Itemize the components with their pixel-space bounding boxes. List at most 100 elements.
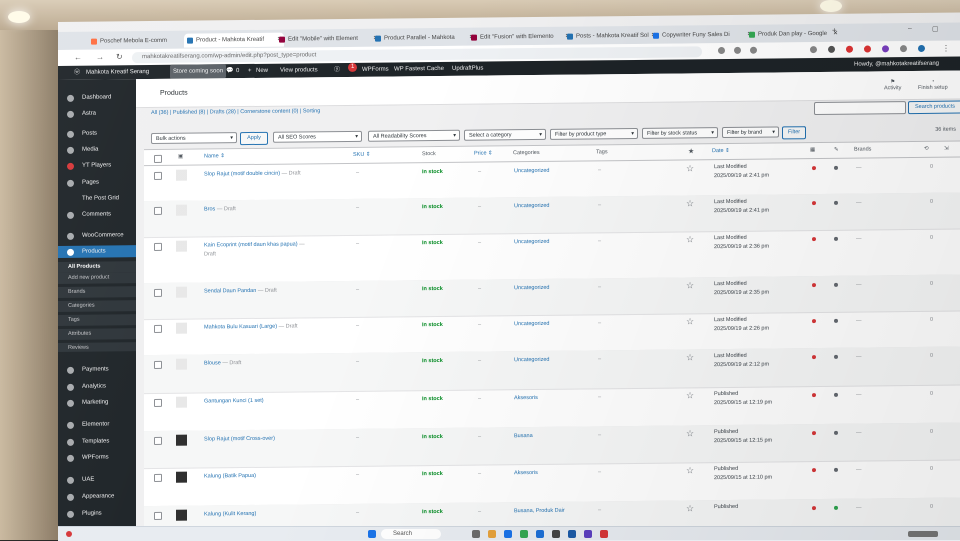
product-name-link[interactable]: Blouse — Draft [204, 360, 241, 366]
sidebar-item-astra[interactable]: Astra [58, 107, 136, 120]
product-name-link[interactable]: Sendal Daun Pandan — Draft [204, 288, 277, 295]
row-checkbox[interactable] [154, 324, 162, 333]
extension-icon[interactable] [718, 47, 725, 55]
view-products-link[interactable]: View products [280, 63, 318, 77]
row-checkbox[interactable] [154, 288, 162, 297]
category-link[interactable]: Uncategorized [514, 357, 549, 363]
featured-star-icon[interactable]: ☆ [686, 198, 694, 209]
wp-fastest-cache-link[interactable]: WP Fastest Cache [394, 62, 444, 77]
extension-icon[interactable] [734, 46, 741, 54]
sidebar-item-dashboard[interactable]: Dashboard [58, 91, 136, 104]
category-link[interactable]: Uncategorized [514, 239, 549, 245]
browser-tab[interactable]: Edit "Fusion" with Elemento✕ [468, 30, 572, 45]
weather-icon[interactable] [66, 531, 72, 537]
sidebar-item-yt-players[interactable]: YT Players [58, 159, 136, 172]
edge-icon[interactable] [504, 530, 512, 538]
new-tab-icon[interactable]: + [832, 26, 837, 35]
column-sku[interactable]: SKU ⇕ [353, 152, 370, 158]
yoast-icon[interactable]: ⓨ [334, 63, 340, 77]
browser-tab[interactable]: Copywriter Funy Sales Di✕ [650, 28, 754, 43]
sidebar-sub-tags[interactable]: Tags [58, 314, 136, 326]
product-name-link[interactable]: Bros — Draft [204, 206, 236, 212]
row-checkbox[interactable] [154, 436, 162, 445]
product-thumbnail[interactable] [176, 240, 187, 252]
featured-star-icon[interactable]: ☆ [686, 503, 694, 514]
featured-star-icon[interactable]: ☆ [686, 234, 694, 245]
extension-icon[interactable] [846, 45, 853, 53]
sidebar-sub-attributes[interactable]: Attributes [58, 328, 136, 340]
sidebar-item-post-grid[interactable]: The Post Grid [58, 192, 136, 205]
brand-select[interactable]: Filter by brand [722, 126, 779, 139]
row-checkbox[interactable] [154, 511, 162, 520]
task-view-icon[interactable] [472, 530, 480, 538]
product-thumbnail[interactable] [176, 358, 187, 370]
readability-select[interactable]: All Readability Scores [368, 129, 460, 142]
reload-icon[interactable]: ↻ [116, 52, 123, 61]
column-featured[interactable]: ★ [688, 147, 694, 155]
sidebar-item-marketing[interactable]: Marketing [58, 396, 136, 409]
row-checkbox[interactable] [154, 360, 162, 369]
row-checkbox[interactable] [154, 206, 162, 215]
category-link[interactable]: Busana [514, 433, 533, 439]
comments-count[interactable]: 0 [236, 64, 239, 78]
updraftplus-link[interactable]: UpdraftPlus [452, 62, 483, 76]
browser-tab[interactable]: Poschef Mebola E-comm✕ [88, 34, 192, 49]
category-link[interactable]: Uncategorized [514, 203, 549, 209]
bulk-actions-select[interactable]: Bulk actions [151, 132, 237, 145]
activity-button[interactable]: ⚑ Activity [884, 79, 901, 91]
sidebar-sub-all-products[interactable]: All Products [58, 261, 136, 273]
product-name-link[interactable]: Gantungan Kunci (1 set) [204, 398, 264, 405]
comments-icon[interactable]: 💬 [226, 64, 233, 78]
windows-start-icon[interactable] [368, 530, 376, 538]
product-name-link[interactable]: Mahkota Bulu Kasuari (Large) — Draft [204, 323, 298, 330]
sidebar-item-uae[interactable]: UAE [58, 473, 136, 486]
chrome-icon[interactable] [520, 530, 528, 538]
extension-icon[interactable] [882, 45, 889, 53]
wpforms-link[interactable]: WPForms [362, 63, 389, 77]
sidebar-item-plugins[interactable]: Plugins [58, 507, 136, 520]
word-icon[interactable] [536, 530, 544, 538]
search-products-input[interactable] [814, 101, 906, 116]
product-thumbnail[interactable] [176, 204, 187, 216]
product-thumbnail[interactable] [176, 286, 187, 298]
sidebar-item-appearance[interactable]: Appearance [58, 490, 136, 503]
seo-scores-select[interactable]: All SEO Scores [273, 130, 362, 143]
category-link[interactable]: Busana, Produk Dair [514, 508, 565, 515]
updates-badge[interactable]: 1 [348, 62, 358, 72]
select-all-checkbox[interactable] [154, 154, 162, 163]
featured-star-icon[interactable]: ☆ [686, 163, 694, 174]
forward-icon[interactable]: → [96, 53, 104, 62]
browser-tab[interactable]: Product Parallel - Mahkota✕ [372, 31, 476, 46]
row-checkbox[interactable] [154, 398, 162, 407]
featured-star-icon[interactable]: ☆ [686, 352, 694, 363]
product-name-link[interactable]: Kalung (Batik Papua) [204, 473, 256, 480]
browser-tab[interactable]: Edit "Mobile" with Element✕ [276, 32, 380, 47]
category-select[interactable]: Select a category [464, 128, 546, 141]
category-link[interactable]: Uncategorized [514, 285, 549, 291]
maximize-icon[interactable]: ▢ [932, 25, 939, 33]
product-name-link[interactable]: Slop Rajut (motif double cincin) — Draft [204, 170, 301, 177]
status-filter-links[interactable]: All (36) | Published (8) | Drafts (28) |… [151, 108, 320, 116]
category-link[interactable]: Aksesoris [514, 470, 538, 476]
row-checkbox[interactable] [154, 473, 162, 482]
column-price[interactable]: Price ⇕ [474, 150, 493, 156]
menu-icon[interactable]: ⋮ [942, 44, 950, 53]
sidebar-item-templates[interactable]: Templates [58, 435, 136, 448]
sidebar-item-media[interactable]: Media [58, 143, 136, 156]
category-link[interactable]: Uncategorized [514, 321, 549, 327]
product-name-link[interactable]: Slop Rajut (motif Cross-over) [204, 436, 275, 443]
minimize-icon[interactable]: – [908, 25, 912, 32]
featured-star-icon[interactable]: ☆ [686, 428, 694, 439]
column-date[interactable]: Date ⇕ [712, 148, 730, 154]
site-name-link[interactable]: Mahkota Kreatif Serang [86, 65, 149, 80]
product-thumbnail[interactable] [176, 471, 187, 483]
category-link[interactable]: Uncategorized [514, 168, 549, 174]
featured-star-icon[interactable]: ☆ [686, 390, 694, 401]
bookmark-icon[interactable] [750, 46, 757, 54]
product-type-select[interactable]: Filter by product type [550, 127, 638, 140]
taskbar-search[interactable]: Search [381, 529, 441, 539]
download-icon[interactable] [810, 46, 817, 54]
filter-button[interactable]: Filter [782, 126, 806, 140]
browser-tab[interactable]: Posts - Mahkota Kreatif Sol✕ [564, 29, 658, 44]
sidebar-item-comments[interactable]: Comments [58, 208, 136, 221]
